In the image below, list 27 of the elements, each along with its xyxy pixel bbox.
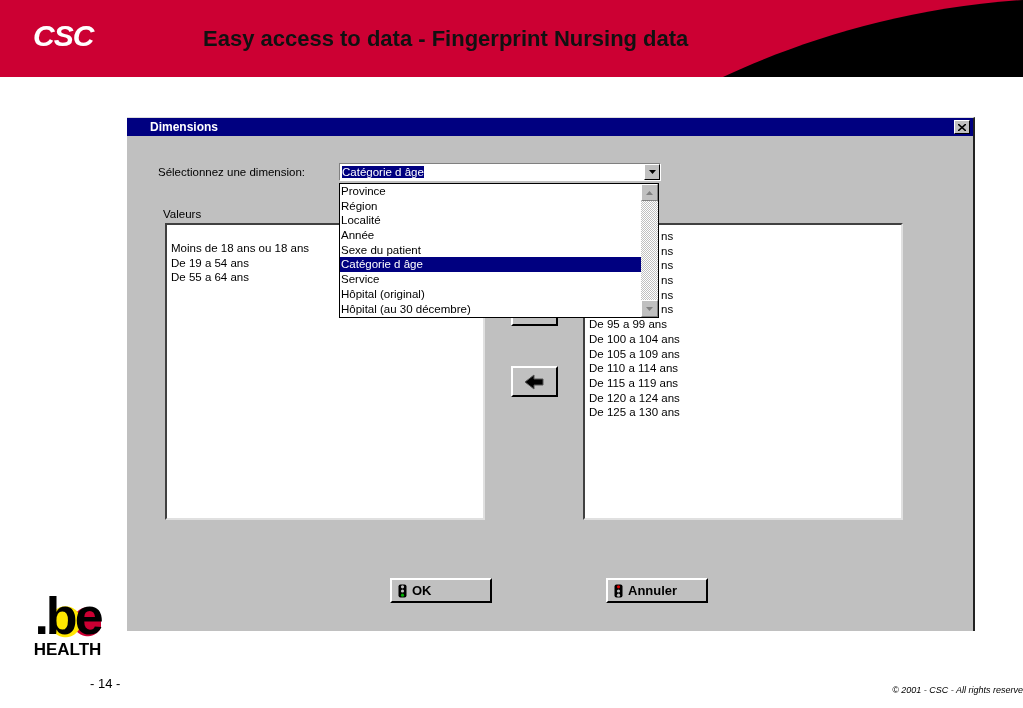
dropdown-option[interactable]: Catégorie d âge	[340, 257, 641, 273]
page-number: - 14 -	[90, 676, 121, 691]
dropdown-option[interactable]: Localité	[340, 213, 641, 229]
dimension-dropdown[interactable]: Catégorie d âge	[339, 163, 661, 181]
list-item[interactable]: De 115 a 119 ans	[587, 375, 899, 391]
list-item[interactable]: De 100 a 104 ans	[587, 331, 899, 347]
list-item[interactable]: De 120 a 124 ans	[587, 390, 899, 406]
dropdown-option[interactable]: Année	[340, 228, 641, 243]
dimension-label: Sélectionnez une dimension:	[158, 166, 307, 178]
slide-title: Easy access to data - Fingerprint Nursing data	[203, 25, 689, 52]
list-item[interactable]: De 110 a 114 ans	[587, 361, 899, 376]
dropdown-option[interactable]: Hôpital (au 30 décembre)	[340, 301, 641, 317]
dropdown-option[interactable]: Province	[340, 184, 641, 199]
copyright-notice: © 2001 - CSC - All rights reserve	[892, 685, 1023, 695]
values-label: Valeurs	[163, 208, 202, 222]
ok-button[interactable]: OK	[390, 578, 492, 603]
dropdown-option[interactable]: Sexe du patient	[340, 242, 641, 258]
window-title: Dimensions	[150, 120, 218, 134]
cancel-button[interactable]: Annuler	[606, 578, 708, 603]
dropdown-option[interactable]: Hôpital (original)	[340, 286, 641, 302]
list-item[interactable]: De 95 a 99 ans	[587, 317, 899, 332]
list-item[interactable]: De 125 a 130 ans	[587, 405, 899, 420]
list-item[interactable]: De 105 a 109 ans	[587, 346, 899, 362]
company-logo: CSC	[33, 18, 96, 53]
dropdown-option[interactable]: Service	[340, 272, 641, 287]
dropdown-option[interactable]: Région	[340, 198, 641, 214]
brand-caption: HEALTH	[33, 640, 102, 660]
